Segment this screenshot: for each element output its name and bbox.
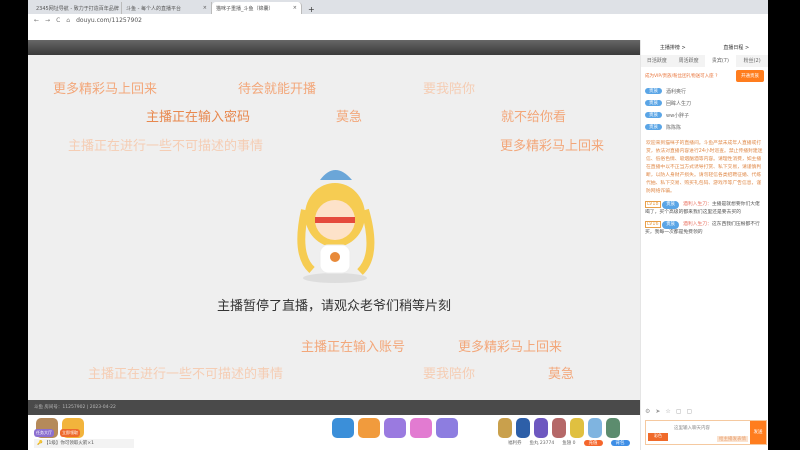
pause-message: 主播暂停了直播，请观众老爷们稍等片刻 [216, 299, 451, 314]
user-name: 陈陈陈 [666, 124, 682, 131]
danmaku: 主播正在进行一些不可描述的事情 [68, 139, 264, 154]
home-icon[interactable]: ⌂ [66, 17, 70, 24]
forward-icon[interactable]: → [45, 17, 50, 24]
danmaku: 主播正在输入密码 [146, 110, 251, 125]
danmaku: 要我陪你 [423, 82, 476, 97]
key-icon: 🔑 [37, 441, 43, 446]
gift-bar: 任务大厅 立即领取 🔑 【1级】你可领取火箭×1 福利券 鱼丸 23774 鱼翅… [28, 415, 640, 450]
video-player[interactable]: 更多精彩马上回来 待会就能开播 要我陪你 主播正在输入密码 莫急 就不给你看 主… [28, 55, 640, 400]
player-header [28, 40, 640, 55]
back-icon[interactable]: ← [34, 17, 39, 24]
danmaku: 待会就能开播 [238, 82, 317, 97]
gift-item[interactable] [436, 418, 458, 438]
gift-item[interactable] [384, 418, 406, 438]
anchor-rank-link[interactable]: 主播排榜 > [660, 44, 686, 51]
browser-tab[interactable]: 2345网址导航 - 致力于打造百年品牌× [32, 2, 122, 14]
fishfin-balance: 鱼翅 0 [562, 441, 576, 446]
danmaku: 更多精彩马上回来 [53, 82, 158, 97]
tab-vip[interactable]: 贵宾(7) [704, 55, 737, 67]
reload-icon[interactable]: C [56, 17, 60, 24]
vip-user[interactable]: 贵族 回眸人生刀 [641, 97, 768, 109]
bag-button[interactable]: 背包 [610, 440, 630, 446]
noble-badge: 贵族 [645, 100, 662, 106]
chat-input[interactable]: 这里输入聊天内容 [674, 426, 710, 431]
noble-badge: 贵族 [662, 221, 680, 229]
chat-message: LV18 贵族 酒利入生刀：主播是就想要你们大佬喝了，买个高级的都来我们这里还是要… [641, 199, 768, 219]
danmaku: 更多精彩马上回来 [458, 340, 563, 355]
user-name: ww小胖子 [666, 112, 690, 119]
close-icon[interactable]: × [203, 5, 207, 11]
system-message: 欢迎来到猫咪子的直播间。斗鱼严禁未成年人直播或打赏，依法对直播内容进行24小时巡… [646, 141, 763, 194]
gift-item[interactable] [498, 418, 512, 438]
task-hall-label: 任务大厅 [34, 429, 54, 437]
vip-user[interactable]: 贵族 ww小胖子 [641, 109, 768, 121]
open-noble-button[interactable]: 开通贵族 [736, 70, 764, 82]
fishball-count: 鱼丸 23774 [529, 441, 555, 446]
danmaku: 主播正在进行一些不可描述的事情 [88, 367, 284, 382]
browser-tab[interactable]: 斗鱼 - 每个人的直播平台 × [122, 2, 212, 14]
user-name: 回眸人生刀 [666, 100, 692, 107]
gift-item[interactable] [570, 418, 584, 438]
danmaku: 要我陪你 [423, 367, 476, 382]
recharge-button[interactable]: 充值 [583, 440, 603, 446]
chat-user[interactable]: 酒利入生刀： [683, 202, 712, 207]
tab-strip: 2345网址导航 - 致力于打造百年品牌× 斗鱼 - 每个人的直播平台× 猫咪子… [28, 0, 768, 14]
gift-item[interactable] [358, 418, 380, 438]
square-icon[interactable]: ▢ [686, 408, 692, 415]
send-button[interactable]: 发送 [750, 421, 766, 444]
danmaku: 就不给你看 [501, 110, 567, 125]
danmaku: 更多精彩马上回来 [500, 139, 605, 154]
danmaku: 莫急 [548, 367, 575, 382]
tab-daily[interactable]: 日活跃度 [641, 55, 673, 67]
chat-sidebar: 主播排榜 > 直播日程 > 日活跃度 周活跃度 贵宾(7) 粉丝(2) 成为VI… [640, 40, 768, 450]
gift-item[interactable] [588, 418, 602, 438]
mascot-illustration [290, 160, 380, 285]
gift-item[interactable] [516, 418, 530, 438]
gift-item[interactable] [534, 418, 548, 438]
square-icon[interactable]: ▢ [676, 408, 682, 415]
tab-fans[interactable]: 粉丝(2) [736, 55, 768, 67]
level-badge: LV16 [645, 221, 661, 228]
tab-title: 2345网址导航 - 致力于打造百年品牌 [36, 5, 119, 12]
claim-label: 立即领取 [60, 429, 80, 437]
tab-weekly[interactable]: 周活跃度 [673, 55, 705, 67]
chat-input-box: 彩色 这里输入聊天内容给主播发表情 发送 [645, 420, 767, 445]
level-notice-text: 【1级】你可领取火箭×1 [44, 441, 95, 446]
settings-icon[interactable]: ⚙ [645, 408, 650, 415]
close-icon[interactable]: × [293, 5, 297, 11]
star-icon[interactable]: ☆ [665, 408, 670, 415]
user-name: 酒利奥行 [666, 88, 687, 95]
gift-item[interactable] [410, 418, 432, 438]
gift-item[interactable] [332, 418, 354, 438]
level-notice: 🔑 【1级】你可领取火箭×1 [34, 439, 134, 448]
vip-user[interactable]: 贵族 酒利奥行 [641, 85, 768, 97]
vip-user[interactable]: 贵族 陈陈陈 [641, 121, 768, 133]
address-bar: ← → C ⌂ douyu.com/11257902 [28, 14, 768, 27]
browser-tab-active[interactable]: 猫咪子重播_斗鱼（锦囊） × [212, 2, 302, 14]
danmaku: 莫急 [336, 110, 363, 125]
vip-notice: 成为VIP/贵族/粉丝团礼物送可入座 ? [645, 74, 718, 79]
tab-title: 猫咪子重播_斗鱼（锦囊） [216, 5, 274, 12]
noble-badge: 贵族 [662, 201, 680, 209]
send-icon[interactable]: ➤ [655, 408, 660, 415]
new-tab-button[interactable]: + [302, 5, 321, 14]
gift-item[interactable] [606, 418, 620, 438]
level-badge: LV18 [645, 201, 661, 208]
emoji-button[interactable]: 给主播发表情 [717, 436, 748, 442]
noble-badge: 贵族 [645, 88, 662, 94]
rank-tabs: 日活跃度 周活跃度 贵宾(7) 粉丝(2) [641, 55, 768, 67]
noble-badge: 贵族 [645, 124, 662, 130]
browser-window: 2345网址导航 - 致力于打造百年品牌× 斗鱼 - 每个人的直播平台× 猫咪子… [28, 0, 768, 450]
room-info-bar: 斗鱼 房间号：11257902 | 2023-04-22 [28, 400, 640, 415]
url-input[interactable]: douyu.com/11257902 [76, 17, 142, 24]
gift-item[interactable] [552, 418, 566, 438]
noble-badge: 贵族 [645, 112, 662, 118]
tab-title: 斗鱼 - 每个人的直播平台 [126, 5, 181, 12]
welfare-link[interactable]: 福利券 [508, 440, 522, 446]
chat-user[interactable]: 酒利入生刀： [683, 222, 712, 227]
schedule-link[interactable]: 直播日程 > [723, 44, 749, 51]
color-danmaku-button[interactable]: 彩色 [648, 433, 668, 441]
chat-message: LV16 贵族 酒利入生刀：这东西我们压根都不行买，我每一次都是免费领的 [641, 219, 768, 239]
danmaku: 主播正在输入账号 [301, 340, 406, 355]
